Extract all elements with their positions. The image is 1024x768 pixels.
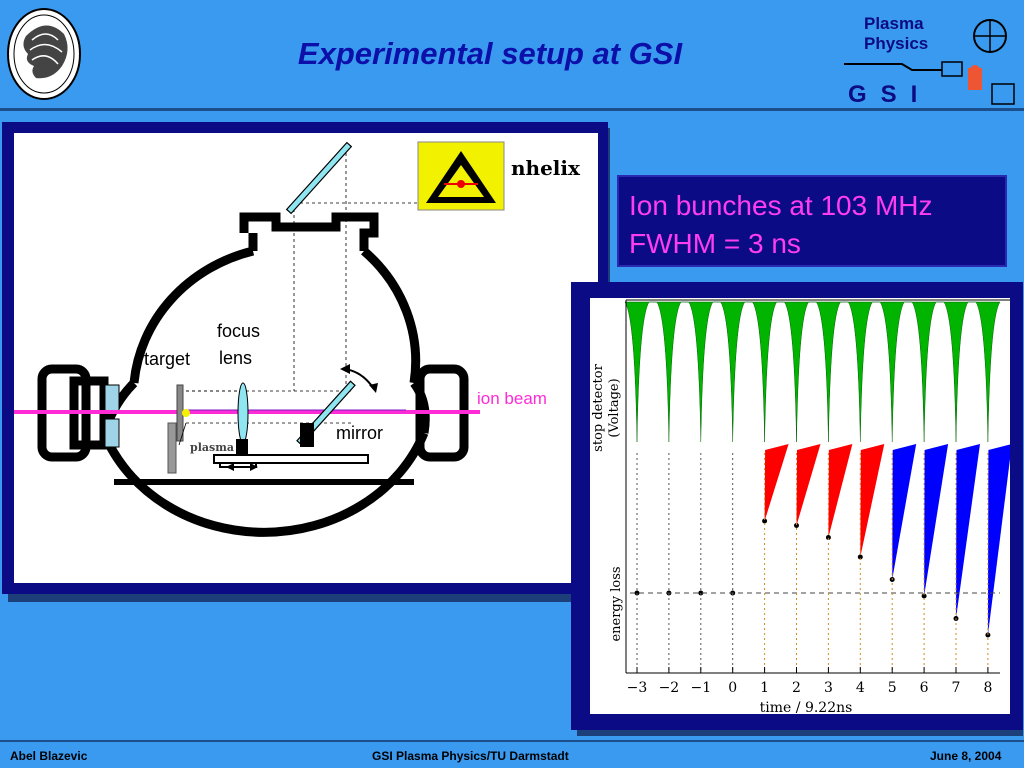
lens-label: lens — [219, 348, 252, 368]
shifted-signal-wedge — [956, 444, 980, 619]
entrance-window-top — [104, 384, 120, 414]
ion-bunch-info-box: Ion bunches at 103 MHz FWHM = 3 ns — [617, 175, 1007, 267]
diagram-canvas: nhelix plasma target focus lens mirror — [14, 133, 598, 583]
footer-bar: Abel Blazevic GSI Plasma Physics/TU Darm… — [0, 743, 1024, 768]
header-divider — [0, 108, 1024, 111]
vacuum-chamber — [37, 212, 469, 537]
mirror-mount — [300, 423, 314, 447]
experimental-setup-diagram: nhelix plasma target focus lens mirror — [14, 141, 581, 537]
laser-warning-icon — [417, 141, 505, 211]
page-title: Experimental setup at GSI — [297, 36, 683, 71]
x-tick-label: 8 — [983, 680, 992, 696]
footer-author: Abel Blazevic — [10, 749, 88, 763]
footer-date: June 8, 2004 — [930, 749, 1002, 763]
stop-detector-signal — [624, 301, 1001, 443]
shifted-signal-wedge — [924, 444, 949, 596]
x-tick-label: 6 — [920, 680, 929, 696]
header-bar: Experimental setup at GSI Plasma Physics… — [0, 0, 1024, 108]
mirror-rail — [213, 454, 369, 464]
plasma-spot — [182, 409, 190, 417]
time-guides — [630, 453, 1000, 673]
shifted-signal-wedge — [860, 444, 885, 557]
shifted-signals — [634, 444, 1012, 638]
x-tick-label: 7 — [952, 680, 961, 696]
x-tick-label: 5 — [888, 680, 897, 696]
x-tick-label: −2 — [659, 680, 680, 696]
shifted-signal-wedge — [892, 444, 917, 580]
rotation-arrow-head-icon — [340, 364, 350, 374]
x-tick-label: −1 — [690, 680, 711, 696]
x-tick-label: 1 — [760, 680, 769, 696]
info-line-1: Ion bunches at 103 MHz — [629, 190, 933, 221]
x-tick-label: 3 — [824, 680, 833, 696]
plasma-label: plasma — [190, 441, 234, 454]
mirror-label: mirror — [336, 423, 383, 443]
info-line-2: FWHM = 3 ns — [629, 228, 801, 259]
focus-lens — [237, 382, 249, 444]
x-axis-label: time / 9.22ns — [760, 700, 853, 714]
footer-institute: GSI Plasma Physics/TU Darmstadt — [372, 749, 569, 763]
logo-text-gsi: GSI — [848, 81, 931, 106]
shifted-signal-wedge — [764, 444, 789, 521]
entrance-window-bottom — [104, 418, 120, 448]
upper-y-label-line1: stop detector — [591, 363, 606, 451]
x-tick-label: 2 — [792, 680, 801, 696]
shifted-signal-wedge — [987, 444, 1012, 635]
plot-canvas: −3 −2 −1 0 1 2 3 4 5 6 7 8 stop detector (Voltage) … — [590, 298, 1012, 716]
x-tick-label: 0 — [728, 680, 737, 696]
gsi-plasma-physics-logo: Plasma Physics GSI — [842, 10, 1020, 106]
timing-plot: −3 −2 −1 0 1 2 3 4 5 6 7 8 stop detector (Voltage) … — [591, 299, 1012, 716]
laser-name-label: nhelix — [511, 156, 581, 180]
shifted-signal-wedge — [828, 444, 853, 538]
shifted-signal-wedge — [796, 444, 821, 526]
target-label: target — [144, 349, 190, 369]
footer-divider — [0, 740, 1024, 742]
lower-y-label: energy loss — [609, 566, 624, 641]
detector-envelope — [624, 301, 1001, 443]
target-holder — [167, 422, 177, 474]
logo-graphic-icon: GSI — [844, 19, 1015, 106]
ion-beam-label: ion beam — [477, 389, 547, 408]
x-tick-label: −3 — [627, 680, 648, 696]
x-tick-label: 4 — [856, 680, 865, 696]
x-tick-labels: −3 −2 −1 0 1 2 3 4 5 6 7 8 — [627, 667, 992, 696]
focus-label: focus — [217, 321, 260, 341]
upper-y-label-line2: (Voltage) — [607, 378, 622, 437]
